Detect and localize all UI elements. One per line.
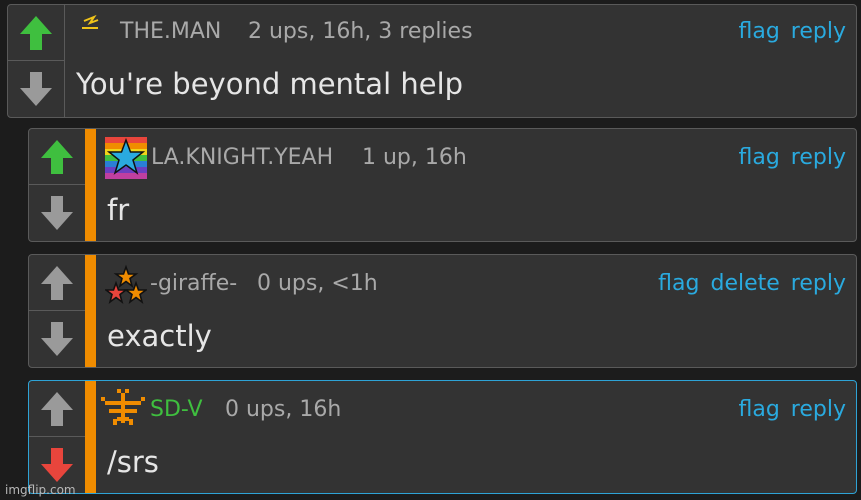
reply-link[interactable]: reply	[791, 145, 846, 170]
upvote-button[interactable]	[29, 255, 85, 311]
username[interactable]: THE.MAN	[120, 19, 221, 44]
comment-meta: 1 up, 16h	[362, 145, 467, 170]
comment-text: You're beyond mental help	[76, 67, 464, 101]
arrow-down-icon	[41, 322, 73, 356]
comment-giraffe: -giraffe- 0 ups, <1h flag delete reply exa…	[28, 254, 857, 368]
reply-link[interactable]: reply	[791, 271, 846, 296]
comment-meta: 0 ups, <1h	[257, 271, 378, 296]
vote-column	[29, 381, 86, 493]
comment-actions: flag reply	[727, 397, 846, 422]
downvote-button[interactable]	[29, 185, 85, 241]
delete-link[interactable]: delete	[710, 271, 779, 296]
flag-link[interactable]: flag	[738, 397, 779, 422]
vote-column	[8, 5, 65, 117]
flag-link[interactable]: flag	[738, 145, 779, 170]
downvote-button[interactable]	[8, 61, 64, 117]
arrow-up-icon	[41, 139, 73, 174]
downvote-button[interactable]	[29, 311, 85, 367]
flag-link[interactable]: flag	[658, 271, 699, 296]
vote-column	[29, 255, 86, 367]
comment-text: /srs	[107, 445, 159, 479]
arrow-down-icon	[41, 448, 73, 482]
upvote-button[interactable]	[8, 5, 64, 61]
comment-meta: 0 ups, 16h	[225, 397, 342, 422]
comment-actions: flag delete reply	[647, 271, 846, 296]
arrow-up-icon	[20, 15, 52, 50]
reply-thread-stripe	[85, 129, 96, 241]
upvote-button[interactable]	[29, 129, 85, 185]
arrow-up-icon	[41, 265, 73, 300]
pixel-figure-icon[interactable]	[101, 387, 145, 429]
reply-link[interactable]: reply	[791, 19, 846, 44]
lightning-icon[interactable]	[78, 13, 120, 55]
username[interactable]: -giraffe-	[150, 271, 237, 296]
arrow-down-icon	[41, 196, 73, 230]
comment-la-knight-yeah: LA.KNIGHT.YEAH 1 up, 16h flag reply fr	[28, 128, 857, 242]
comment-actions: flag reply	[727, 19, 846, 44]
comment-meta: 2 ups, 16h, 3 replies	[248, 19, 473, 44]
comment-text: fr	[107, 193, 130, 227]
upvote-button[interactable]	[29, 381, 85, 437]
username[interactable]: LA.KNIGHT.YEAH	[151, 145, 333, 170]
watermark: imgflip.com	[5, 483, 76, 497]
three-stars-icon[interactable]	[103, 263, 149, 305]
username[interactable]: SD-V	[150, 397, 203, 422]
reply-thread-stripe	[85, 255, 96, 367]
comment-the-man: THE.MAN 2 ups, 16h, 3 replies flag reply …	[7, 4, 857, 118]
vote-column	[29, 129, 86, 241]
arrow-up-icon	[41, 391, 73, 426]
reply-link[interactable]: reply	[791, 397, 846, 422]
comment-text: exactly	[107, 319, 212, 353]
comment-actions: flag reply	[727, 145, 846, 170]
rainbow-star-icon[interactable]	[105, 137, 147, 179]
flag-link[interactable]: flag	[738, 19, 779, 44]
reply-thread-stripe	[85, 381, 96, 493]
arrow-down-icon	[20, 72, 52, 106]
comment-sd-v: SD-V 0 ups, 16h flag reply /srs	[28, 380, 857, 494]
